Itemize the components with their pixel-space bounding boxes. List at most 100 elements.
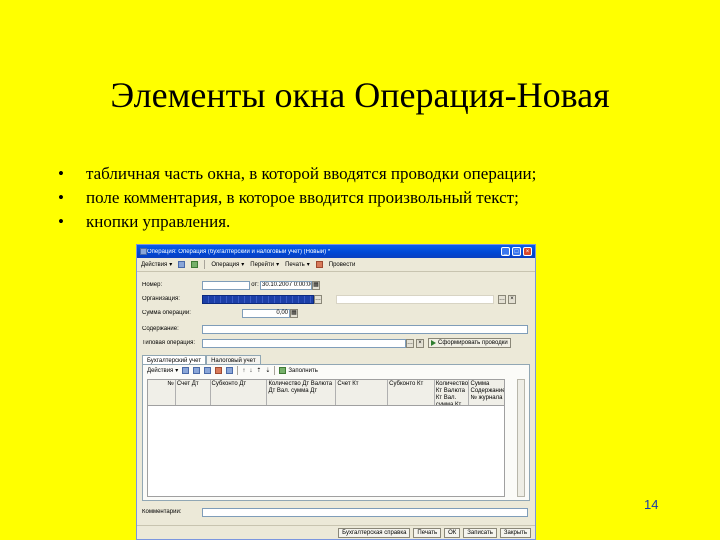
clear-icon[interactable]: × <box>416 338 424 348</box>
bullet-glyph: • <box>58 212 64 231</box>
select-icon[interactable]: … <box>314 294 322 304</box>
toolbar-separator <box>204 260 206 269</box>
amount-label: Сумма операции: <box>142 310 191 316</box>
end-edit-icon[interactable] <box>226 367 234 374</box>
date-prefix: от: <box>251 282 259 288</box>
bullet-item: • кнопки управления. <box>58 210 536 234</box>
panel-actions-label: Действия <box>147 367 174 374</box>
post-label: Провести <box>328 261 356 268</box>
entries-table[interactable]: № Счет Дт Субконто Дт Количество Дт Валю… <box>147 379 505 497</box>
print-button[interactable]: Печать <box>413 527 442 538</box>
typical-operation-row: Типовая операция: … × Сформировать прово… <box>142 338 511 348</box>
bullet-glyph: • <box>58 188 64 207</box>
bullet-list: • табличная часть окна, в которой вводятс… <box>58 162 536 234</box>
organization-label: Организация: <box>142 296 180 302</box>
column-header[interactable]: Субконто Дт <box>211 380 268 405</box>
operation-window: Операция: Операция (бухгалтерский и нало… <box>136 244 536 540</box>
organization-extra-field[interactable] <box>336 294 494 304</box>
move-down-icon[interactable]: ↓ <box>249 368 252 374</box>
print-menu[interactable]: Печать ▾ <box>285 261 310 269</box>
comment-label: Комментарий: <box>142 509 182 515</box>
fill-icon <box>279 367 287 374</box>
go-label: Перейти <box>250 261 275 268</box>
bottom-buttons: Бухгалтерская справка Печать ОК Записать… <box>137 525 535 539</box>
column-header[interactable]: Счет Дт <box>176 380 211 405</box>
number-field[interactable] <box>202 280 250 290</box>
comment-row: Комментарий: <box>142 507 528 517</box>
comment-field[interactable] <box>202 507 528 517</box>
generate-entries-button[interactable]: Сформировать проводки <box>428 338 511 348</box>
post-icon[interactable] <box>315 261 323 268</box>
generate-entries-label: Сформировать проводки <box>438 340 508 346</box>
add-row-icon[interactable] <box>182 367 190 374</box>
table-scrollbar[interactable] <box>517 379 525 497</box>
go-menu[interactable]: Перейти ▾ <box>250 261 279 269</box>
window-toolbar: Действия ▾ Операция ▾ Перейти ▾ Печать ▾ Про… <box>137 258 535 272</box>
amount-row: Сумма операции: 0,00 ▦ <box>142 308 298 318</box>
content-row: Содержание: <box>142 324 528 334</box>
sort-asc-icon[interactable]: ⇡ <box>256 367 261 374</box>
fill-label: Заполнить <box>288 367 318 374</box>
close-icon[interactable]: × <box>523 247 532 256</box>
typical-operation-label: Типовая операция: <box>142 340 196 346</box>
bullet-item: • поле комментария, в которое вводится пр… <box>58 186 536 210</box>
bullet-glyph: • <box>58 164 64 183</box>
actions-label: Действия <box>141 261 168 268</box>
toolbar-separator <box>274 366 276 375</box>
number-label: Номер: <box>142 282 163 288</box>
content-label: Содержание: <box>142 326 179 332</box>
bullet-text: поле комментария, в которое вводится про… <box>86 188 519 207</box>
delete-row-icon[interactable] <box>215 367 223 374</box>
move-up-icon[interactable]: ↑ <box>242 368 245 374</box>
column-header[interactable]: Сумма Содержание № журнала <box>469 380 504 405</box>
sort-desc-icon[interactable]: ⇣ <box>265 367 270 374</box>
edit-row-icon[interactable] <box>204 367 212 374</box>
number-row: Номер: от: 30.10.2007 0:00:00 ▦ <box>142 280 320 290</box>
app-icon <box>140 248 147 255</box>
typical-operation-field[interactable] <box>202 338 406 348</box>
write-button[interactable]: Записать <box>463 527 497 538</box>
slide-title: Элементы окна Операция-Новая <box>110 75 610 115</box>
amount-field[interactable]: 0,00 <box>242 308 290 318</box>
copy-row-icon[interactable] <box>193 367 201 374</box>
organization-row: Организация: … … × <box>142 294 516 304</box>
column-header[interactable]: Субконто Кт <box>388 380 435 405</box>
post-button[interactable]: Провести <box>329 262 356 268</box>
close-button[interactable]: Закрыть <box>499 527 531 538</box>
bullet-item: • табличная часть окна, в которой вводятс… <box>58 162 536 186</box>
bullet-text: табличная часть окна, в которой вводятся… <box>86 164 537 183</box>
operation-menu[interactable]: Операция ▾ <box>211 261 244 269</box>
toolbar-separator <box>237 366 239 375</box>
column-header[interactable]: № <box>148 380 176 405</box>
actions-menu[interactable]: Действия ▾ <box>141 261 172 269</box>
column-header[interactable]: Количество Кт Валюта Кт Вал. сумма Кт <box>435 380 470 405</box>
page-number: 14 <box>644 497 659 512</box>
save-icon[interactable] <box>191 261 199 268</box>
content-field[interactable] <box>202 324 528 334</box>
panel-actions-menu[interactable]: Действия ▾ <box>147 367 178 375</box>
calculator-icon[interactable]: ▦ <box>290 308 298 318</box>
operation-label: Операция <box>211 261 240 268</box>
print-label: Печать <box>285 261 305 268</box>
ok-button[interactable]: ОК <box>444 527 461 538</box>
select-icon[interactable]: … <box>498 294 506 304</box>
column-header[interactable]: Количество Дт Валюта Дт Вал. сумма Дт <box>267 380 337 405</box>
maximize-icon[interactable]: □ <box>512 247 521 256</box>
select-icon[interactable]: … <box>406 338 414 348</box>
fill-button[interactable]: Заполнить <box>279 367 318 374</box>
date-field[interactable]: 30.10.2007 0:00:00 <box>260 280 312 290</box>
window-titlebar[interactable]: Операция: Операция (бухгалтерский и нало… <box>137 245 535 258</box>
add-icon[interactable] <box>178 261 186 268</box>
organization-field[interactable] <box>202 294 314 304</box>
accounting-reference-button[interactable]: Бухгалтерская справка <box>338 527 411 538</box>
entries-panel: Действия ▾ ↑ ↓ ⇡ ⇣ Заполнить № Счет Дт Су… <box>142 364 530 501</box>
play-icon <box>431 340 436 346</box>
panel-toolbar: Действия ▾ ↑ ↓ ⇡ ⇣ Заполнить <box>143 365 529 376</box>
bullet-text: кнопки управления. <box>86 212 231 231</box>
calendar-icon[interactable]: ▦ <box>312 280 320 290</box>
column-header[interactable]: Счет Кт <box>336 380 389 405</box>
table-header: № Счет Дт Субконто Дт Количество Дт Валю… <box>148 380 504 406</box>
window-title: Операция: Операция (бухгалтерский и нало… <box>147 248 331 255</box>
clear-icon[interactable]: × <box>508 294 516 304</box>
minimize-icon[interactable]: _ <box>501 247 510 256</box>
